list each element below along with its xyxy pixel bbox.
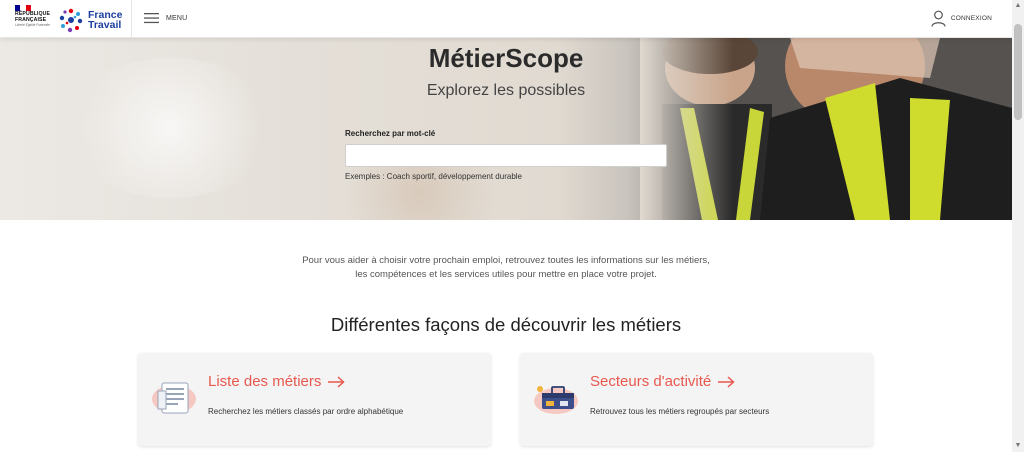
france-travail-icon xyxy=(59,8,83,33)
republique-francaise-logo[interactable]: RÉPUBLIQUE FRANÇAISE Liberté Égalité Fra… xyxy=(15,5,51,35)
card-title: Secteurs d'activité xyxy=(590,373,712,390)
search-label: Recherchez par mot-clé xyxy=(345,129,436,138)
motto-label: Liberté Égalité Fraternité xyxy=(15,23,50,27)
search-input[interactable] xyxy=(345,144,667,167)
arrow-right-icon xyxy=(718,375,735,388)
scrollbar-thumb[interactable] xyxy=(1014,24,1022,120)
header-divider xyxy=(131,0,132,38)
toolbox-icon xyxy=(534,386,578,414)
user-icon xyxy=(931,10,946,27)
republique-label: RÉPUBLIQUE FRANÇAISE xyxy=(15,11,51,23)
page-scrollbar[interactable]: ▲ ▼ xyxy=(1012,0,1024,452)
scroll-up-icon[interactable]: ▲ xyxy=(1014,2,1022,10)
scroll-down-icon[interactable]: ▼ xyxy=(1014,442,1022,450)
document-list-icon xyxy=(152,382,196,414)
card-liste-metiers[interactable]: Liste des métiers Recherchez les métiers… xyxy=(138,353,491,446)
france-travail-logo[interactable]: France Travail xyxy=(57,5,129,35)
login-label: CONNEXION xyxy=(950,15,992,22)
card-secteurs-activite[interactable]: Secteurs d'activité Retrouvez tous les m… xyxy=(520,353,873,446)
site-header: RÉPUBLIQUE FRANÇAISE Liberté Égalité Fra… xyxy=(0,0,1012,38)
hamburger-icon xyxy=(144,13,159,24)
card-description: Retrouvez tous les métiers regroupés par… xyxy=(590,407,770,416)
hero-subtitle: Explorez les possibles xyxy=(426,82,586,99)
search-examples: Exemples : Coach sportif, développement … xyxy=(345,172,522,181)
card-description: Recherchez les métiers classés par ordre… xyxy=(208,407,404,416)
hero-title: MétierScope xyxy=(428,43,584,73)
arrow-right-icon xyxy=(328,375,346,388)
hero-banner: MétierScope Explorez les possibles Reche… xyxy=(0,38,1012,220)
menu-button[interactable]: MENU xyxy=(144,12,187,24)
brand-line2: Travail xyxy=(88,19,122,31)
login-button[interactable]: CONNEXION xyxy=(931,10,992,27)
section-title: Différentes façons de découvrir les méti… xyxy=(330,314,682,335)
card-title: Liste des métiers xyxy=(208,373,322,390)
page: MétierScope Explorez les possibles Reche… xyxy=(0,0,1012,452)
menu-label: MENU xyxy=(166,14,188,22)
intro-text: Pour vous aider à choisir votre prochain… xyxy=(302,255,710,280)
